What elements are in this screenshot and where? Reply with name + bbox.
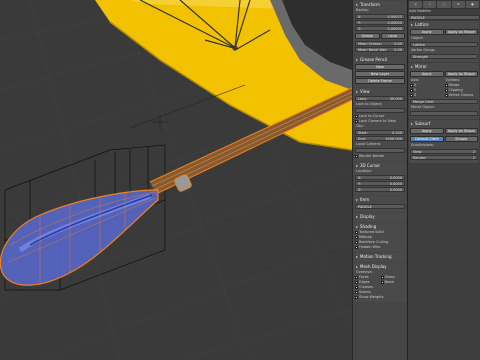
- lattice-modifier-header[interactable]: Lattice: [410, 22, 478, 28]
- vertex-group-label: Vertex Group:: [411, 48, 436, 52]
- clip-end-field[interactable]: End: 1000.000: [355, 136, 405, 141]
- simple-button[interactable]: Simple: [444, 136, 478, 142]
- cursor-z-field[interactable]: Z: 0.0000: [355, 187, 405, 192]
- render-subdiv-field[interactable]: Render: 2: [410, 155, 478, 160]
- local-button[interactable]: Local: [380, 33, 405, 39]
- location-label: Location:: [356, 169, 372, 173]
- catmull-clark-button[interactable]: Catmull-Clark: [410, 136, 444, 142]
- 3d-cursor-section: 3D Cursor Location: X: 0.0000 Y: 0.0000 Z:…: [354, 162, 406, 195]
- 3d-cursor-header[interactable]: 3D Cursor: [355, 163, 405, 169]
- mirror-object-field[interactable]: [410, 111, 478, 116]
- tab-modifiers[interactable]: ⚙: [451, 1, 465, 8]
- delete-frame-button[interactable]: Delete Frame: [355, 78, 405, 84]
- motion-tracking-section: Motion Tracking: [354, 253, 406, 262]
- subdivisions-label: Subdivisions:: [411, 143, 435, 147]
- view-subdiv-field[interactable]: View: 2: [410, 149, 478, 154]
- vertex-groups-checkbox[interactable]: Vertex Groups: [444, 93, 479, 98]
- local-camera-field[interactable]: [355, 148, 405, 153]
- radius-z-field[interactable]: Z: 0.00000: [355, 26, 405, 31]
- motion-tracking-header[interactable]: Motion Tracking: [355, 254, 405, 260]
- clip-start-field[interactable]: Start: 0.100: [355, 130, 405, 135]
- radius-label: Radius:: [356, 8, 369, 12]
- show-weights-checkbox[interactable]: Show Weights: [355, 295, 405, 300]
- axis-z-checkbox[interactable]: Z: [410, 93, 444, 98]
- merge-limit-field[interactable]: Merge Limit: [410, 99, 478, 104]
- shading-section: Shading Textured Solid Matcap Backface C…: [354, 223, 406, 252]
- lens-field[interactable]: Lens: 35.000: [355, 96, 405, 101]
- add-modifier-label: Add Modifier: [409, 9, 432, 13]
- hidden-wire-checkbox[interactable]: Hidden Wire: [355, 245, 405, 250]
- bevel-checkbox[interactable]: Bevel: [380, 280, 406, 285]
- item-name-field[interactable]: PADDLE: [355, 204, 405, 209]
- lock-to-object-label: Lock to Object:: [356, 102, 383, 106]
- transform-header[interactable]: Transform: [355, 2, 405, 8]
- lattice-apply-shape-button[interactable]: Apply as Shape: [444, 29, 478, 35]
- transform-section: Transform Radius: X: 0.00013 Y: 0.00000 Z:…: [354, 1, 406, 55]
- tab-material[interactable]: ●: [465, 1, 480, 8]
- radius-y-field[interactable]: Y: 0.00000: [355, 20, 405, 25]
- modifier-properties: ◎ ◇ □ ⚙ ● Add Modifier PADDLE Lattice Ap…: [407, 0, 480, 360]
- tab-object[interactable]: □: [437, 1, 451, 8]
- cursor-x-field[interactable]: X: 0.0000: [355, 175, 405, 180]
- mesh-display-header[interactable]: Mesh Display: [355, 264, 405, 270]
- mirror-apply-shape-button[interactable]: Apply as Shape: [444, 71, 478, 77]
- shading-header[interactable]: Shading: [355, 224, 405, 230]
- properties-tabs: ◎ ◇ □ ⚙ ●: [408, 0, 480, 9]
- global-button[interactable]: Global: [355, 33, 380, 39]
- lock-object-field[interactable]: [355, 108, 405, 113]
- subsurf-apply-button[interactable]: Apply: [410, 128, 444, 134]
- viewport-canvas[interactable]: [0, 0, 352, 360]
- subsurf-modifier-header[interactable]: Subsurf: [410, 121, 478, 127]
- radius-x-field[interactable]: X: 0.00013: [355, 14, 405, 19]
- render-border-checkbox[interactable]: Render Border: [355, 154, 405, 159]
- mesh-display-section: Mesh Display Overlays: Faces Sharp Edges…: [354, 263, 406, 302]
- grease-pencil-header[interactable]: Grease Pencil: [355, 57, 405, 63]
- new-button[interactable]: New: [355, 64, 405, 70]
- tab-render[interactable]: ◎: [409, 1, 423, 8]
- object-name-field[interactable]: PADDLE: [408, 15, 480, 20]
- clip-label: Clip:: [356, 124, 364, 128]
- strength-field[interactable]: Strength: [410, 54, 478, 59]
- mirror-modifier-header[interactable]: Mirror: [410, 64, 478, 70]
- subsurf-modifier: Subsurf Apply Apply as Shape Catmull-Cla…: [409, 120, 479, 163]
- new-layer-button[interactable]: New Layer: [355, 71, 405, 77]
- lattice-object-field[interactable]: Lattice: [410, 42, 478, 47]
- view-header[interactable]: View: [355, 89, 405, 95]
- item-header[interactable]: Item: [355, 197, 405, 203]
- grease-pencil-section: Grease Pencil New New Layer Delete Frame: [354, 56, 406, 87]
- item-section: Item PADDLE: [354, 196, 406, 212]
- mirror-object-label: Mirror Object:: [411, 105, 436, 109]
- subsurf-apply-shape-button[interactable]: Apply as Shape: [444, 128, 478, 134]
- blender-window: Transform Radius: X: 0.00013 Y: 0.00000 Z:…: [0, 0, 480, 360]
- mean-bevel-field[interactable]: Mean Bevel Wei: 0.00: [355, 47, 405, 52]
- 3d-viewport[interactable]: [0, 0, 352, 360]
- local-camera-label: Local Camera:: [356, 142, 382, 146]
- tab-scene[interactable]: ◇: [423, 1, 437, 8]
- display-section: Display: [354, 213, 406, 222]
- mean-crease-field[interactable]: Mean Crease: 0.00: [355, 41, 405, 46]
- lattice-apply-button[interactable]: Apply: [410, 29, 444, 35]
- lattice-modifier: Lattice Apply Apply as Shape Object: Lat…: [409, 21, 479, 62]
- empty-axes: [129, 84, 246, 130]
- lattice-object-label: Object:: [411, 36, 424, 40]
- mirror-apply-button[interactable]: Apply: [410, 71, 444, 77]
- display-header[interactable]: Display: [355, 214, 405, 220]
- cursor-y-field[interactable]: Y: 0.0000: [355, 181, 405, 186]
- properties-n-panel: Transform Radius: X: 0.00013 Y: 0.00000 Z:…: [352, 0, 407, 360]
- mirror-modifier: Mirror Apply Apply as Shape Axis: Option…: [409, 63, 479, 119]
- view-section: View Lens: 35.000 Lock to Object: Lock to…: [354, 88, 406, 161]
